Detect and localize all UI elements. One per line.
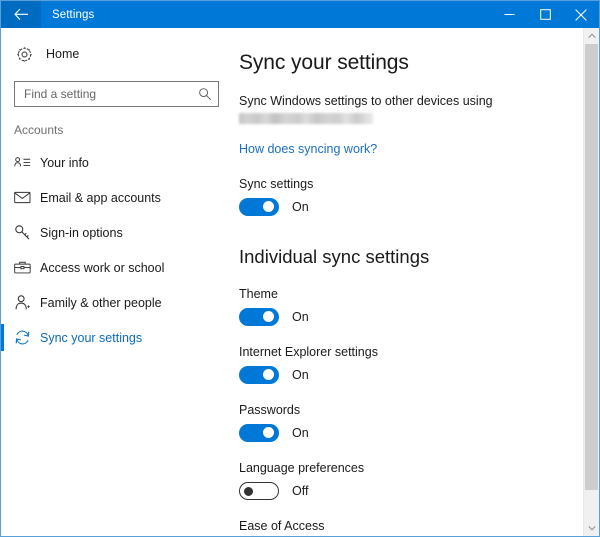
sidebar-item-label: Sign-in options: [40, 226, 123, 240]
main-content: Sync your settings Sync Windows settings…: [233, 28, 599, 536]
title-bar: Settings: [1, 1, 599, 28]
setting-passwords: Passwords On: [239, 403, 575, 442]
back-arrow-icon: [14, 8, 29, 21]
gear-icon: [16, 46, 44, 63]
sidebar-item-access-work-or-school[interactable]: Access work or school: [1, 250, 233, 285]
how-does-syncing-work-link[interactable]: How does syncing work?: [239, 142, 377, 156]
toggle-row: On: [239, 366, 575, 384]
passwords-toggle[interactable]: [239, 424, 279, 442]
minimize-button[interactable]: [491, 1, 527, 28]
search-icon[interactable]: [197, 87, 212, 101]
sidebar-item-label: Access work or school: [40, 261, 164, 275]
page-title: Sync your settings: [239, 51, 575, 75]
toggle-knob: [263, 311, 274, 322]
toggle-knob: [244, 487, 253, 496]
setting-label: Internet Explorer settings: [239, 345, 575, 359]
toggle-state-label: On: [292, 310, 309, 324]
briefcase-icon: [14, 260, 40, 275]
account-redacted-text: [239, 113, 373, 124]
toggle-state-label: Off: [292, 484, 308, 498]
setting-sync-settings: Sync settings On: [239, 177, 575, 216]
sync-description: Sync Windows settings to other devices u…: [239, 92, 575, 110]
sidebar-section-header: Accounts: [1, 107, 233, 141]
toggle-state-label: On: [292, 368, 309, 382]
theme-toggle[interactable]: [239, 308, 279, 326]
sidebar-item-sign-in-options[interactable]: Sign-in options: [1, 215, 233, 250]
internet-explorer-settings-toggle[interactable]: [239, 366, 279, 384]
toggle-row: Off: [239, 482, 575, 500]
envelope-icon: [14, 191, 40, 204]
window-title: Settings: [52, 9, 94, 21]
sidebar-item-label: Your info: [40, 156, 89, 170]
sync-settings-toggle[interactable]: [239, 198, 279, 216]
window-body: Home Accounts: [1, 28, 599, 536]
toggle-row: On: [239, 198, 575, 216]
close-button[interactable]: [563, 1, 599, 28]
sidebar-item-label: Email & app accounts: [40, 191, 161, 205]
setting-label: Language preferences: [239, 461, 575, 475]
maximize-icon: [540, 9, 551, 20]
setting-internet-explorer-settings: Internet Explorer settings On: [239, 345, 575, 384]
individual-sync-settings-title: Individual sync settings: [239, 246, 575, 268]
toggle-state-label: On: [292, 200, 309, 214]
key-icon: [14, 224, 40, 241]
search-box[interactable]: [14, 81, 219, 107]
window-controls: [491, 1, 599, 28]
toggle-knob: [263, 201, 274, 212]
sidebar-item-label: Sync your settings: [40, 331, 142, 345]
person-icon: [14, 294, 40, 311]
contact-card-icon: [14, 155, 40, 170]
sidebar-item-home[interactable]: Home: [1, 39, 233, 69]
toggle-knob: [263, 427, 274, 438]
toggle-knob: [263, 369, 274, 380]
close-icon: [575, 9, 587, 21]
toggle-row: On: [239, 308, 575, 326]
maximize-button[interactable]: [527, 1, 563, 28]
sidebar-item-family-other-people[interactable]: Family & other people: [1, 285, 233, 320]
home-label: Home: [46, 47, 79, 61]
scrollbar-thumb[interactable]: [585, 44, 598, 490]
language-preferences-toggle[interactable]: [239, 482, 279, 500]
search-input[interactable]: [24, 83, 197, 105]
toggle-state-label: On: [292, 426, 309, 440]
minimize-icon: [504, 9, 515, 20]
setting-label: Passwords: [239, 403, 575, 417]
back-button[interactable]: [1, 1, 41, 28]
scroll-up-arrow-icon: [588, 33, 596, 39]
setting-theme: Theme On: [239, 287, 575, 326]
scroll-down-arrow-icon: [588, 525, 596, 531]
setting-label: Ease of Access: [239, 519, 575, 533]
scroll-up-button[interactable]: [584, 28, 599, 44]
setting-language-preferences: Language preferences Off: [239, 461, 575, 500]
sidebar: Home Accounts: [1, 28, 233, 536]
scroll-down-button[interactable]: [584, 520, 599, 536]
scrollbar-track[interactable]: [584, 44, 599, 520]
setting-label: Sync settings: [239, 177, 575, 191]
settings-window: Settings: [0, 0, 600, 537]
sidebar-item-sync-your-settings[interactable]: Sync your settings: [1, 320, 233, 355]
sidebar-item-your-info[interactable]: Your info: [1, 145, 233, 180]
sync-icon: [14, 329, 40, 346]
vertical-scrollbar[interactable]: [583, 28, 599, 536]
sidebar-item-label: Family & other people: [40, 296, 162, 310]
setting-label: Theme: [239, 287, 575, 301]
sidebar-nav-list: Your info Email & app accounts: [1, 145, 233, 355]
toggle-row: On: [239, 424, 575, 442]
sidebar-item-email-app-accounts[interactable]: Email & app accounts: [1, 180, 233, 215]
setting-ease-of-access: Ease of Access On: [239, 519, 575, 536]
